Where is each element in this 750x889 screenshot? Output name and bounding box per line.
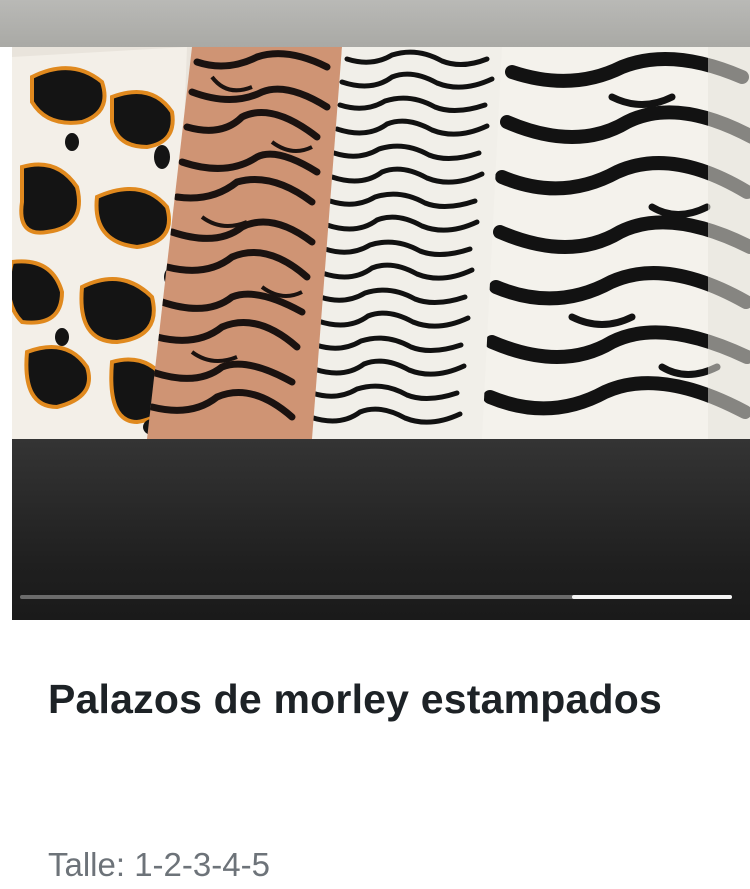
product-image (12, 47, 750, 439)
video-progress-bar[interactable] (20, 595, 732, 599)
product-title: Palazos de morley estampados (48, 676, 663, 722)
zebra-print-pants-large (482, 47, 750, 439)
pants-photo-illustration (12, 47, 750, 439)
video-progress-fill (571, 595, 732, 599)
video-controls-area (12, 439, 750, 620)
top-edge-bar (0, 0, 750, 47)
left-margin (0, 47, 12, 620)
product-media-player[interactable] (12, 47, 750, 620)
size-info: Talle: 1-2-3-4-5 (48, 846, 270, 883)
